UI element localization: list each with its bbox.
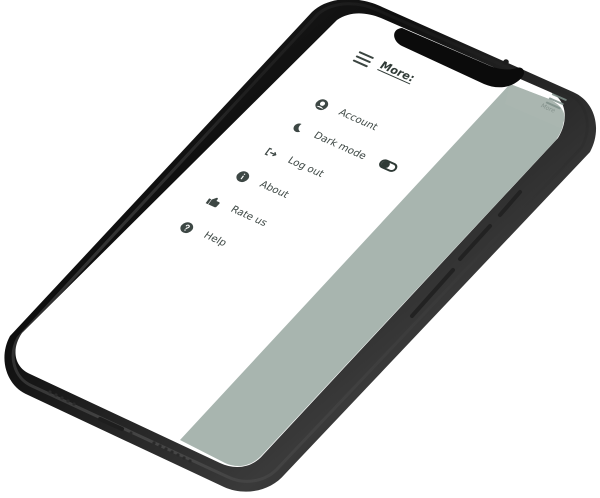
front-camera [503,59,509,65]
mic-hole [129,431,133,435]
phone-mockup-stage: More: More Account Dark mode Log out Abo… [0,0,600,498]
toggle-knob [379,159,392,170]
phone-device [4,0,597,492]
